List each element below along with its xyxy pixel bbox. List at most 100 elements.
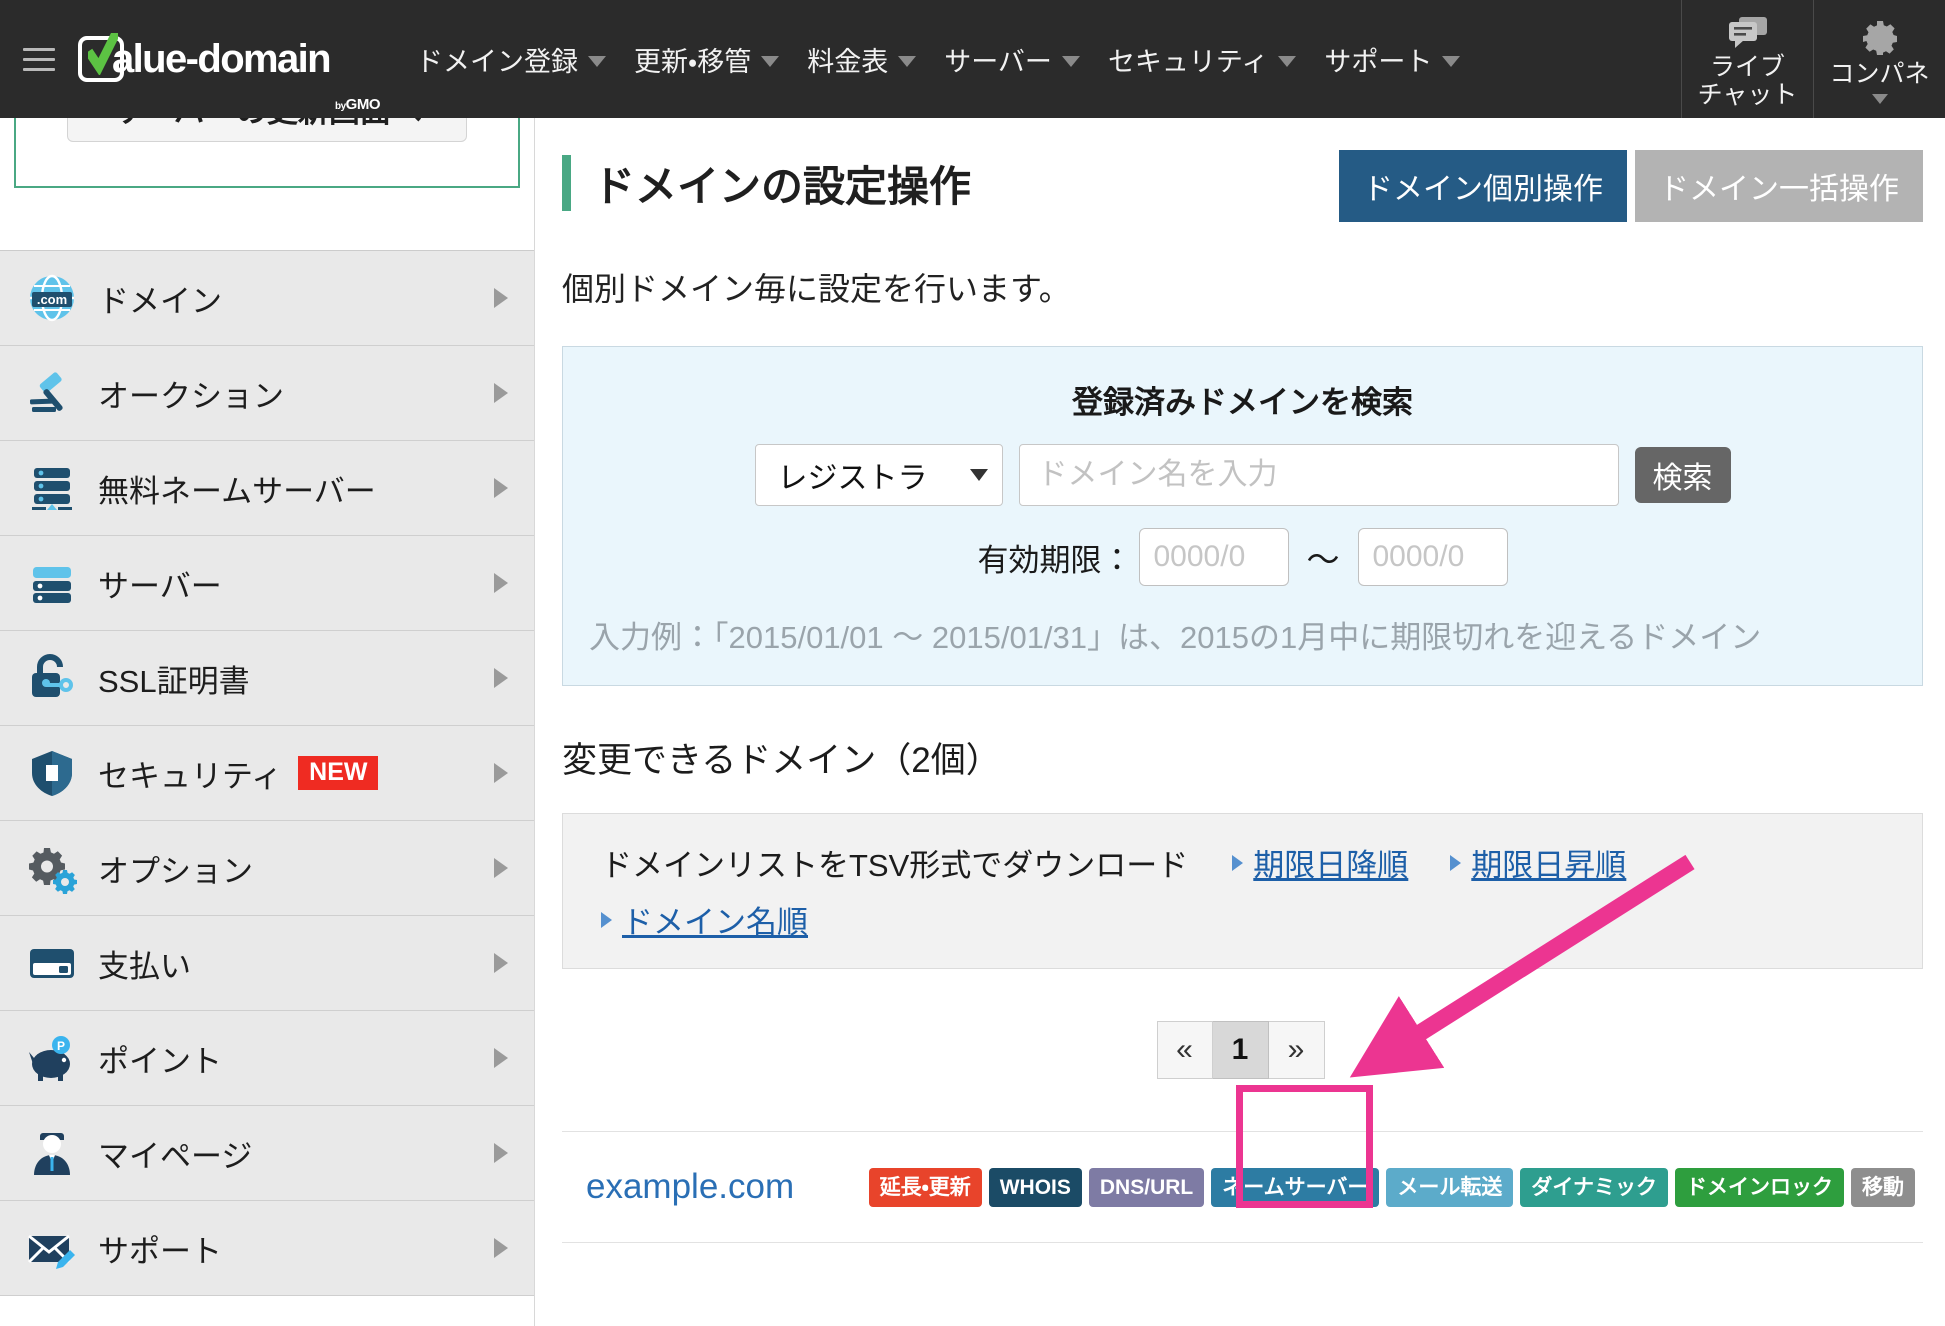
expiry-from-input[interactable] bbox=[1138, 528, 1289, 586]
nav-item-server[interactable]: サーバー bbox=[926, 0, 1090, 118]
pagination-next[interactable]: » bbox=[1268, 1021, 1325, 1079]
search-row-expiry: 有効期限： 〜 bbox=[563, 528, 1922, 586]
page-title: ドメインの設定操作 bbox=[593, 162, 972, 210]
chat-icon bbox=[1727, 15, 1769, 49]
nav-label: 料金表 bbox=[807, 46, 889, 77]
expiry-to-input[interactable] bbox=[1357, 528, 1508, 586]
piggy-bank-icon: P bbox=[29, 1036, 70, 1081]
sidebar-item-label: SSL証明書 bbox=[98, 663, 250, 699]
tag-whois[interactable]: WHOIS bbox=[988, 1167, 1082, 1207]
chat-icon-svg bbox=[1728, 17, 1767, 48]
sidebar-item-free-nameserver[interactable]: 無料ネームサーバー bbox=[0, 441, 534, 536]
individual-operation-button[interactable]: ドメイン個別操作 bbox=[1339, 150, 1627, 222]
chevron-right-icon bbox=[494, 668, 508, 688]
pagination-page-1[interactable]: 1 bbox=[1212, 1021, 1269, 1079]
control-panel-button[interactable]: コンパネ bbox=[1813, 0, 1945, 118]
site-logo[interactable]: alue-domain byGMO bbox=[78, 0, 398, 118]
sidebar-item-server[interactable]: サーバー bbox=[0, 536, 534, 631]
gavel-icon bbox=[29, 372, 63, 412]
search-hint-text: 入力例：「2015/01/01 〜 2015/01/31」は、2015の1月中に… bbox=[589, 620, 1762, 655]
pagination-prev[interactable]: « bbox=[1156, 1021, 1213, 1079]
page-title-row: ドメインの設定操作 ドメイン個別操作 ドメイン一括操作 bbox=[536, 142, 1945, 224]
server-stack-icon bbox=[32, 468, 72, 510]
sidebar-item-points[interactable]: P ポイント bbox=[0, 1011, 534, 1106]
credit-card-icon bbox=[30, 949, 74, 978]
green-check-icon bbox=[88, 33, 118, 75]
live-chat-label-1: ライブ bbox=[1709, 53, 1785, 81]
chevron-right-icon bbox=[494, 763, 508, 783]
logo-by: by bbox=[335, 101, 346, 112]
tag-mail-forward[interactable]: メール転送 bbox=[1386, 1167, 1514, 1207]
changeable-domains-heading: 変更できるドメイン（2個） bbox=[562, 741, 1001, 780]
status-badge-new: NEW bbox=[298, 755, 379, 791]
tag-domain-lock[interactable]: ドメインロック bbox=[1675, 1167, 1844, 1207]
nav-item-domain-registration[interactable]: ドメイン登録 bbox=[398, 0, 616, 118]
sort-expiry-asc-link[interactable]: 期限日昇順 bbox=[1471, 840, 1626, 885]
top-navigation-bar: alue-domain byGMO ドメイン登録 更新・移管 料金表 サーバー … bbox=[0, 0, 1945, 118]
user-icon bbox=[34, 1133, 70, 1175]
server-icon bbox=[33, 567, 71, 603]
sort-expiry-desc-link[interactable]: 期限日降順 bbox=[1253, 840, 1408, 885]
sidebar-item-payment[interactable]: 支払い bbox=[0, 916, 534, 1011]
gear-icon bbox=[1862, 20, 1898, 56]
tag-dns-url[interactable]: DNS/URL bbox=[1088, 1167, 1205, 1207]
bullet-arrow-icon bbox=[1232, 854, 1244, 871]
sidebar-item-ssl[interactable]: SSL証明書 bbox=[0, 631, 534, 726]
nav-item-security[interactable]: セキュリティ bbox=[1090, 0, 1306, 118]
bulk-operation-button[interactable]: ドメイン一括操作 bbox=[1635, 150, 1923, 222]
tag-dynamic[interactable]: ダイナミック bbox=[1520, 1167, 1668, 1207]
nav-label: サーバー bbox=[944, 46, 1052, 77]
chevron-right-icon bbox=[494, 478, 508, 498]
gears-icon bbox=[29, 848, 77, 894]
control-panel-label: コンパネ bbox=[1829, 60, 1930, 88]
sidebar-item-label: マイページ bbox=[98, 1138, 253, 1174]
chevron-down-icon bbox=[1061, 55, 1080, 67]
chevron-right-icon bbox=[494, 1238, 508, 1258]
domain-search-input[interactable] bbox=[1018, 444, 1619, 506]
sidebar-item-auction[interactable]: オークション bbox=[0, 346, 534, 441]
chevron-right-icon bbox=[494, 953, 508, 973]
live-chat-button[interactable]: ライブ チャット bbox=[1681, 0, 1813, 118]
sidebar-item-domain[interactable]: .com ドメイン bbox=[0, 251, 534, 346]
tag-nameserver[interactable]: ネームサーバー bbox=[1211, 1167, 1380, 1207]
domain-name-link[interactable]: example.com bbox=[586, 1167, 794, 1207]
sidebar-item-mypage[interactable]: マイページ bbox=[0, 1106, 534, 1201]
chevron-down-icon bbox=[761, 55, 780, 67]
chevron-down-icon bbox=[1442, 55, 1461, 67]
tsv-line-secondary: ドメイン名順 bbox=[601, 897, 1922, 942]
tsv-download-box: ドメインリストをTSV形式でダウンロード 期限日降順 期限日昇順 ドメイン名順 bbox=[562, 813, 1923, 969]
nav-item-renewal-transfer[interactable]: 更新・移管 bbox=[616, 0, 789, 118]
bullet-arrow-icon bbox=[1450, 854, 1462, 871]
tag-renew[interactable]: 延長・更新 bbox=[868, 1167, 982, 1207]
sidebar-item-option[interactable]: オプション bbox=[0, 821, 534, 916]
logo-text: alue-domain bbox=[112, 37, 332, 81]
lead-text: 個別ドメイン毎に設定を行います。 bbox=[562, 271, 1071, 307]
nav-right-group: ライブ チャット コンパネ bbox=[1681, 0, 1945, 118]
sidebar-item-label: サーバー bbox=[98, 568, 222, 604]
chevron-down-icon bbox=[588, 55, 607, 67]
sidebar-item-label: サポート bbox=[98, 1233, 222, 1269]
tsv-download-label: ドメインリストをTSV形式でダウンロード bbox=[601, 848, 1189, 883]
chevron-right-icon bbox=[494, 858, 508, 878]
nav-label: サポート bbox=[1324, 46, 1433, 77]
chevron-right-icon bbox=[494, 1048, 508, 1068]
sort-domain-name-link[interactable]: ドメイン名順 bbox=[622, 897, 808, 942]
sidebar-item-label: セキュリティ bbox=[98, 758, 283, 794]
logo-gmo-text: GMO bbox=[345, 96, 381, 113]
tag-move[interactable]: 移動 bbox=[1851, 1167, 1915, 1207]
menu-icon[interactable] bbox=[0, 0, 78, 118]
server-renewal-promo[interactable]: サーバーの更新画面へ bbox=[14, 118, 520, 188]
sidebar-item-label: 支払い bbox=[98, 948, 191, 984]
search-button[interactable]: 検索 bbox=[1634, 447, 1731, 503]
svg-text:.com: .com bbox=[37, 292, 67, 307]
sidebar-item-security[interactable]: セキュリティ NEW bbox=[0, 726, 534, 821]
domain-list-row: example.com 延長・更新 WHOIS DNS/URL ネームサーバー … bbox=[562, 1131, 1923, 1243]
pagination: « 1 » bbox=[536, 1021, 1945, 1079]
lock-key-icon bbox=[32, 654, 73, 697]
logo-gmo: byGMO bbox=[335, 96, 381, 118]
sidebar: サーバーの更新画面へ .com ドメイン bbox=[0, 118, 535, 1326]
nav-item-pricing[interactable]: 料金表 bbox=[789, 0, 926, 118]
registrar-select[interactable]: レジストラ bbox=[754, 444, 1003, 506]
nav-item-support[interactable]: サポート bbox=[1306, 0, 1470, 118]
sidebar-item-support[interactable]: サポート bbox=[0, 1201, 534, 1296]
